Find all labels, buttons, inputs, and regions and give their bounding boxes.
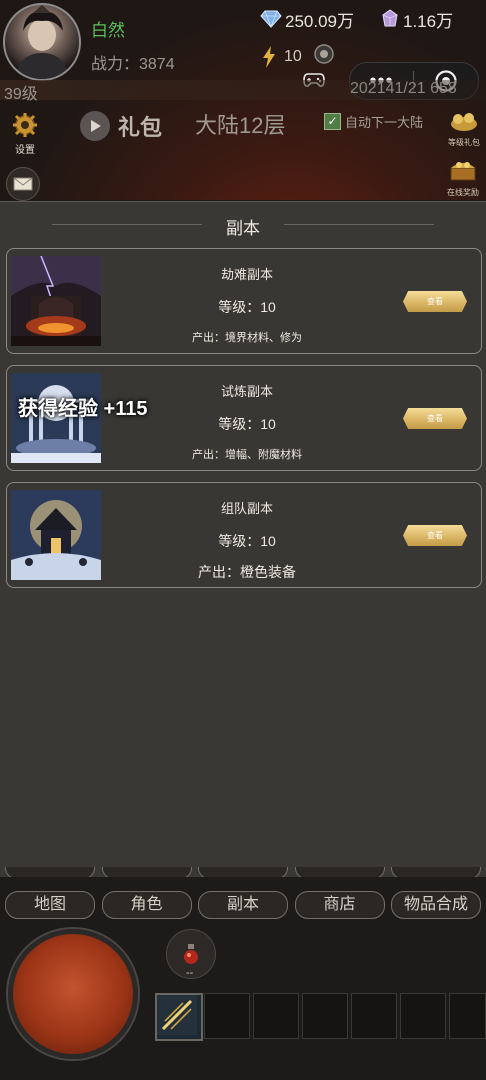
gift-pack-label: 礼包 [118, 115, 163, 140]
energy-add-button[interactable] [314, 44, 334, 69]
level-gift-label: 等级礼包 [448, 138, 480, 147]
play-icon [80, 111, 110, 141]
main-nav-row: 地图 角色 副本 商店 物品合成 [5, 891, 481, 919]
mail-icon [13, 177, 33, 191]
calamity-dungeon-image [11, 256, 101, 346]
view-button[interactable]: 查看 [403, 291, 467, 312]
secondary-nav-row [5, 867, 481, 877]
dungeon-name: 试炼副本 [220, 384, 273, 399]
auto-next-toggle[interactable]: ✓ 自动下一大陆 [324, 112, 423, 131]
skill-slot-1[interactable] [155, 993, 203, 1041]
dungeon-level: 等级：10 [218, 299, 276, 315]
secondary-nav-button[interactable] [198, 867, 288, 877]
dungeon-name: 劫难副本 [220, 267, 273, 282]
skill-slot-5[interactable] [351, 993, 397, 1039]
lightning-icon [263, 45, 275, 68]
settings-button[interactable]: 设置 [8, 112, 42, 156]
treasure-icon [451, 113, 477, 131]
nav-crafting-button[interactable]: 物品合成 [391, 891, 481, 919]
player-name: 白然 [91, 21, 125, 40]
secondary-nav-button[interactable] [391, 867, 481, 877]
potion-icon [184, 944, 198, 964]
chest-icon [450, 162, 476, 181]
settings-label: 设置 [15, 145, 35, 156]
mail-button[interactable] [6, 167, 40, 201]
floor-title: 大陆12层 [195, 113, 286, 138]
nav-shop-button[interactable]: 商店 [294, 891, 385, 919]
dungeon-level: 等级：10 [218, 533, 276, 549]
crystal-amount: 1.16万 [403, 11, 454, 31]
crystal-currency[interactable]: 1.16万 [380, 7, 453, 32]
dungeon-output: 产出：橙色装备 [198, 564, 296, 580]
player-level: 39级 [4, 86, 38, 103]
player-avatar[interactable] [3, 3, 81, 81]
auto-next-label: 自动下一大陆 [345, 115, 424, 130]
nav-character-button[interactable]: 角色 [101, 891, 192, 919]
panel-title: 副本 [226, 219, 260, 238]
secondary-nav-button[interactable] [101, 867, 192, 877]
skill-slot-6[interactable] [400, 993, 446, 1039]
slash-skill-icon [157, 995, 197, 1035]
energy-row: 10 [262, 44, 334, 69]
dungeon-output: 产出：境界材料、修为 [192, 332, 302, 344]
checkbox-checked-icon: ✓ [324, 113, 341, 130]
diamond-amount: 250.09万 [285, 11, 354, 31]
dungeon-output: 产出：增幅、附魔材料 [192, 449, 302, 461]
exp-gain-popup: 获得经验 +115 [18, 398, 148, 420]
dungeon-card-team[interactable]: 组队副本 等级：10 产出：橙色装备 查看 [6, 482, 482, 588]
nav-dungeon-button[interactable]: 副本 [198, 891, 288, 919]
gift-pack-button[interactable]: 礼包 [80, 110, 162, 142]
team-dungeon-image [11, 490, 101, 580]
dungeon-name: 组队副本 [220, 501, 273, 516]
energy-refill-icon [314, 44, 334, 64]
gear-icon [13, 113, 37, 137]
energy-value: 10 [284, 47, 302, 65]
dungeon-level: 等级：10 [218, 416, 276, 432]
skill-slot-4[interactable] [302, 993, 348, 1039]
player-id-code: 202141/21 658 [350, 80, 457, 97]
currency-bar: 250.09万 1.16万 [260, 6, 479, 32]
level-gift-button[interactable]: 等级礼包 [446, 110, 482, 148]
hp-orb [8, 929, 138, 1059]
dungeon-panel: 副本 劫难副本 等级：10 产出：境界材料、修为 查看 试炼副本 等级：10 产… [0, 201, 486, 878]
diamond-icon [260, 10, 282, 28]
skill-slot-3[interactable] [253, 993, 299, 1039]
online-reward-button[interactable]: 在线奖励 [444, 160, 482, 198]
secondary-nav-button[interactable] [5, 867, 95, 877]
view-button[interactable]: 查看 [403, 408, 467, 429]
bottom-hud: 地图 角色 副本 商店 物品合成 -- [0, 867, 486, 1080]
diamond-currency[interactable]: 250.09万 [260, 7, 354, 32]
dungeon-card-calamity[interactable]: 劫难副本 等级：10 产出：境界材料、修为 查看 [6, 248, 482, 354]
crystal-icon [382, 9, 398, 27]
skill-slot-2[interactable] [204, 993, 250, 1039]
combat-power: 战力：3874 [91, 56, 175, 73]
secondary-nav-button[interactable] [294, 867, 385, 877]
view-button[interactable]: 查看 [403, 525, 467, 546]
nav-map-button[interactable]: 地图 [5, 891, 95, 919]
online-reward-label: 在线奖励 [447, 188, 479, 197]
skill-slot-7[interactable] [449, 993, 486, 1039]
potion-count: -- [186, 967, 194, 979]
